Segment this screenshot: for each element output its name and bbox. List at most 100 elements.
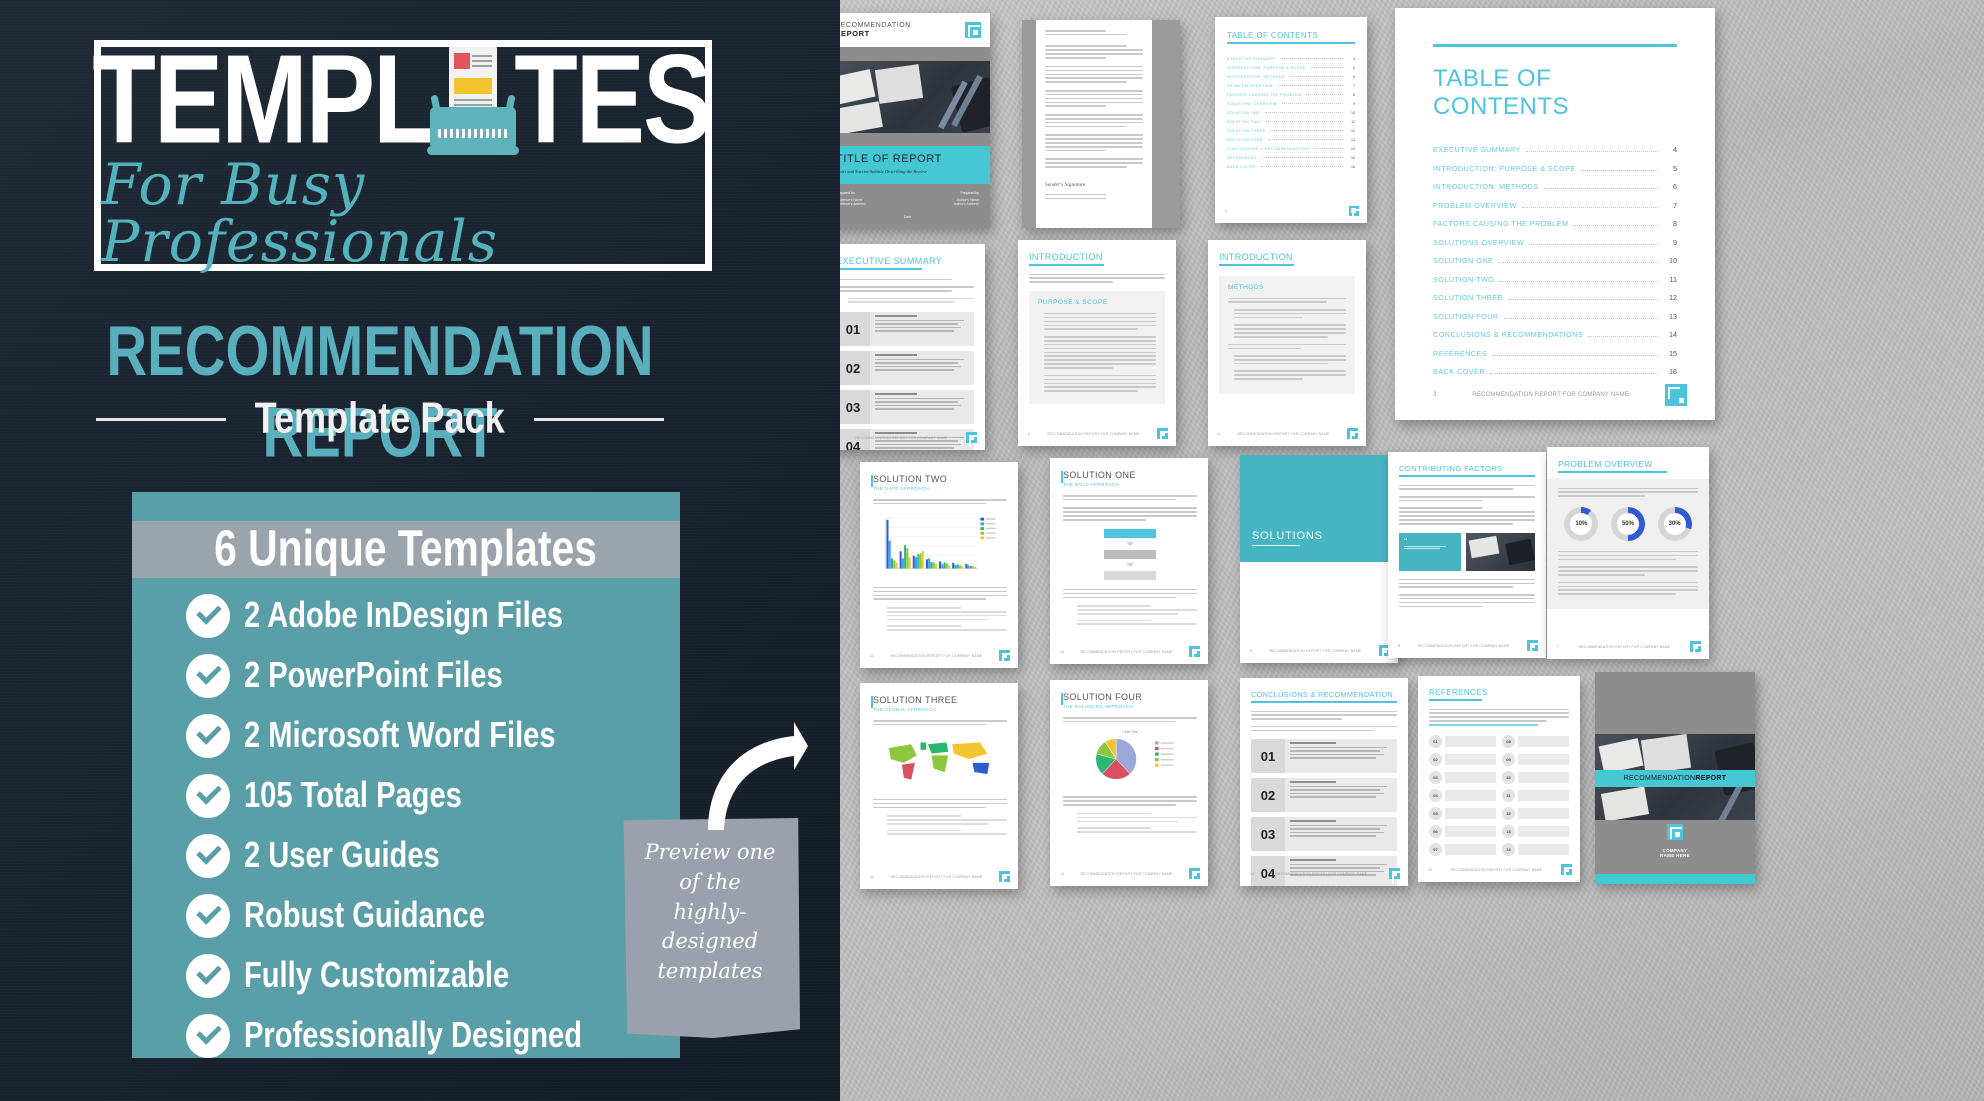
toc-entry[interactable]: SOLUTIONS OVERVIEW 9 — [1227, 102, 1355, 106]
feature-item: 2 Microsoft Word Files — [186, 712, 670, 760]
toc-leader-dots — [1525, 151, 1658, 152]
callout-line-3: highly-designed — [661, 899, 759, 954]
toc-entry[interactable]: SOLUTION ONE 10 — [1433, 256, 1677, 265]
toc-entry-page: 7 — [1673, 200, 1677, 210]
toc-entry-label: EXECUTIVE SUMMARY — [1433, 145, 1521, 154]
reference-field[interactable] — [1445, 789, 1496, 801]
numbered-item: 02 — [1251, 778, 1397, 813]
template-page-solution-four[interactable]: SOLUTION FOUR THE BALANCED APPROACH Char… — [1050, 680, 1208, 886]
template-page-introduction-scope[interactable]: INTRODUCTION PURPOSE & SCOPE 5 RECOMMENDA… — [1018, 240, 1176, 446]
template-page-solution-one[interactable]: SOLUTION ONE THE BOLD APPROACH 10 RECOMME… — [1050, 458, 1208, 664]
donut-chart: 30% — [1657, 506, 1692, 541]
reference-field[interactable] — [1445, 825, 1496, 837]
template-page-solutions-overview[interactable]: SOLUTIONS Four potential solutions have … — [1240, 455, 1398, 663]
reference-number: 04 — [1429, 788, 1442, 802]
reference-field[interactable] — [1445, 843, 1496, 855]
features-heading-band: 6 Unique Templates — [132, 521, 680, 578]
toc-entry[interactable]: EXECUTIVE SUMMARY 4 — [1433, 145, 1677, 154]
reference-field[interactable] — [1445, 771, 1496, 783]
reference-field[interactable] — [1518, 789, 1569, 801]
cover-band-top — [840, 47, 990, 61]
toc-entry-page: 15 — [1669, 348, 1677, 358]
template-page-toc-small[interactable]: TABLE OF CONTENTS EXECUTIVE SUMMARY 4 INTR… — [1215, 17, 1367, 223]
intro-title: INTRODUCTION — [1029, 252, 1103, 262]
toc-entry[interactable]: SOLUTION TWO 11 — [1227, 120, 1355, 124]
factors-photo — [1466, 532, 1535, 571]
template-page-back-cover[interactable]: RECOMMENDATION REPORT COMPANY NAME HERE — [1595, 672, 1755, 884]
logo-mark-icon — [1348, 206, 1364, 221]
reference-field[interactable] — [1445, 807, 1496, 819]
item-content — [870, 312, 974, 347]
toc-entry-page: 16 — [1669, 367, 1677, 376]
page-subtitle-row: Template Pack — [0, 395, 760, 443]
toc-entry-page: 9 — [1353, 101, 1355, 106]
reference-field[interactable] — [1518, 771, 1569, 783]
toc-entry[interactable]: PROBLEM OVERVIEW 7 — [1227, 84, 1355, 88]
template-page-letter[interactable]: Sender's Signature — [1022, 20, 1180, 228]
reference-field[interactable] — [1518, 825, 1569, 837]
reference-row: 10 — [1502, 770, 1569, 784]
toc-entry[interactable]: REFERENCES 15 — [1227, 156, 1355, 160]
logo-mark-icon — [1189, 868, 1204, 883]
toc-entry-page: 14 — [1669, 330, 1677, 339]
toc-entry[interactable]: BACK COVER 16 — [1433, 367, 1677, 376]
toc-leader-dots — [1573, 225, 1658, 226]
template-page-executive-summary[interactable]: EXECUTIVE SUMMARY 01020304 4RECOMMENDATI… — [840, 244, 985, 450]
toc-entry[interactable]: SOLUTION FOUR 13 — [1433, 312, 1677, 321]
toc-leader-dots — [1314, 147, 1343, 149]
toc-entry[interactable]: SOLUTIONS OVERVIEW 9 — [1433, 238, 1677, 247]
toc-entry[interactable]: INTRODUCTION: METHODS 6 — [1227, 75, 1355, 79]
toc-entry[interactable]: SOLUTION FOUR 13 — [1227, 138, 1355, 142]
toc-entry-page: 12 — [1669, 293, 1677, 302]
toc-entry[interactable]: REFERENCES 15 — [1433, 349, 1677, 358]
toc-entry-label: SOLUTION THREE — [1227, 128, 1266, 133]
template-page-introduction-methods[interactable]: INTRODUCTION METHODS 6 RECOMMENDATION REP… — [1208, 240, 1366, 446]
reference-field[interactable] — [1518, 753, 1569, 765]
template-page-problem-overview[interactable]: PROBLEM OVERVIEW 10% 50% 30% 7 RECOMMENDATI… — [1547, 447, 1709, 659]
template-page-solution-three[interactable]: SOLUTION THREE THE GLOBAL APPROACH 12 REC… — [860, 683, 1018, 889]
toc-entry[interactable]: FACTORS CAUSING THE PROBLEM 8 — [1227, 93, 1355, 97]
reference-field[interactable] — [1518, 735, 1569, 747]
toc-leader-dots — [1498, 262, 1658, 263]
feature-label: Fully Customizable — [244, 955, 510, 996]
sol2-subtitle: THE SAFE APPROACH — [873, 486, 930, 491]
intro-section: PURPOSE & SCOPE — [1038, 298, 1108, 306]
toc-entry[interactable]: SOLUTION TWO 11 — [1433, 275, 1677, 284]
toc-leader-dots — [1270, 129, 1343, 131]
bar-chart — [885, 517, 996, 569]
check-icon — [186, 1014, 230, 1058]
reference-row: 07 — [1429, 842, 1496, 856]
template-page-toc-large[interactable]: TABLE OF CONTENTS EXECUTIVE SUMMARY 4 INTR… — [1395, 8, 1715, 420]
toc-entry[interactable]: SOLUTION THREE 12 — [1227, 129, 1355, 133]
reference-field[interactable] — [1518, 807, 1569, 819]
logo-mark-icon — [1667, 824, 1683, 840]
toc-entry[interactable]: PROBLEM OVERVIEW 7 — [1433, 201, 1677, 210]
template-page-conclusions[interactable]: CONCLUSIONS & RECOMMENDATION 01 02 03 04 14… — [1240, 678, 1408, 886]
toc-entry[interactable]: SOLUTION THREE 12 — [1433, 293, 1677, 302]
toc-entry[interactable]: INTRODUCTION: PURPOSE & SCOPE 5 — [1433, 164, 1677, 173]
pie-chart — [1095, 738, 1174, 781]
template-page-cover[interactable]: RECOMMENDATION REPORT TITLE OF REPORT Sh… — [840, 13, 990, 228]
logo-text-right: TES — [514, 29, 712, 171]
toc-entry[interactable]: INTRODUCTION: PURPOSE & SCOPE 5 — [1227, 66, 1355, 70]
reference-field[interactable] — [1518, 843, 1569, 855]
toc-entry[interactable]: FACTORS CAUSING THE PROBLEM 8 — [1433, 219, 1677, 228]
toc-entry[interactable]: CONCLUSIONS & RECOMMENDATIONS 14 — [1433, 330, 1677, 339]
toc-entry[interactable]: BACK COVER 16 — [1227, 165, 1355, 169]
template-page-contributing-factors[interactable]: CONTRIBUTING FACTORS “ 8 RECOMMENDATION … — [1388, 452, 1546, 658]
toc-entry[interactable]: INTRODUCTION: METHODS 6 — [1433, 182, 1677, 191]
reference-row: 03 — [1429, 770, 1496, 784]
template-page-references[interactable]: REFERENCES 01 02 03 04 05 06 07 08 09 10 11 12 13 14… — [1418, 676, 1580, 882]
reference-field[interactable] — [1445, 735, 1496, 747]
world-map-chart — [888, 742, 990, 780]
sol1-title: SOLUTION ONE — [1063, 470, 1136, 480]
accent-bar — [871, 696, 873, 708]
template-page-solution-two[interactable]: SOLUTION TWO THE SAFE APPROACH 11 RECOMM… — [860, 462, 1018, 668]
toc-entry[interactable]: CONCLUSIONS & RECOMMENDATIONS 14 — [1227, 147, 1355, 151]
toc-entry[interactable]: EXECUTIVE SUMMARY 4 — [1227, 57, 1355, 61]
logo-mark-icon — [1189, 646, 1204, 661]
company-line-2: NAME HERE — [1660, 853, 1690, 858]
toc-entry-label: INTRODUCTION: PURPOSE & SCOPE — [1227, 65, 1306, 70]
toc-entry[interactable]: SOLUTION ONE 10 — [1227, 111, 1355, 115]
reference-field[interactable] — [1445, 753, 1496, 765]
